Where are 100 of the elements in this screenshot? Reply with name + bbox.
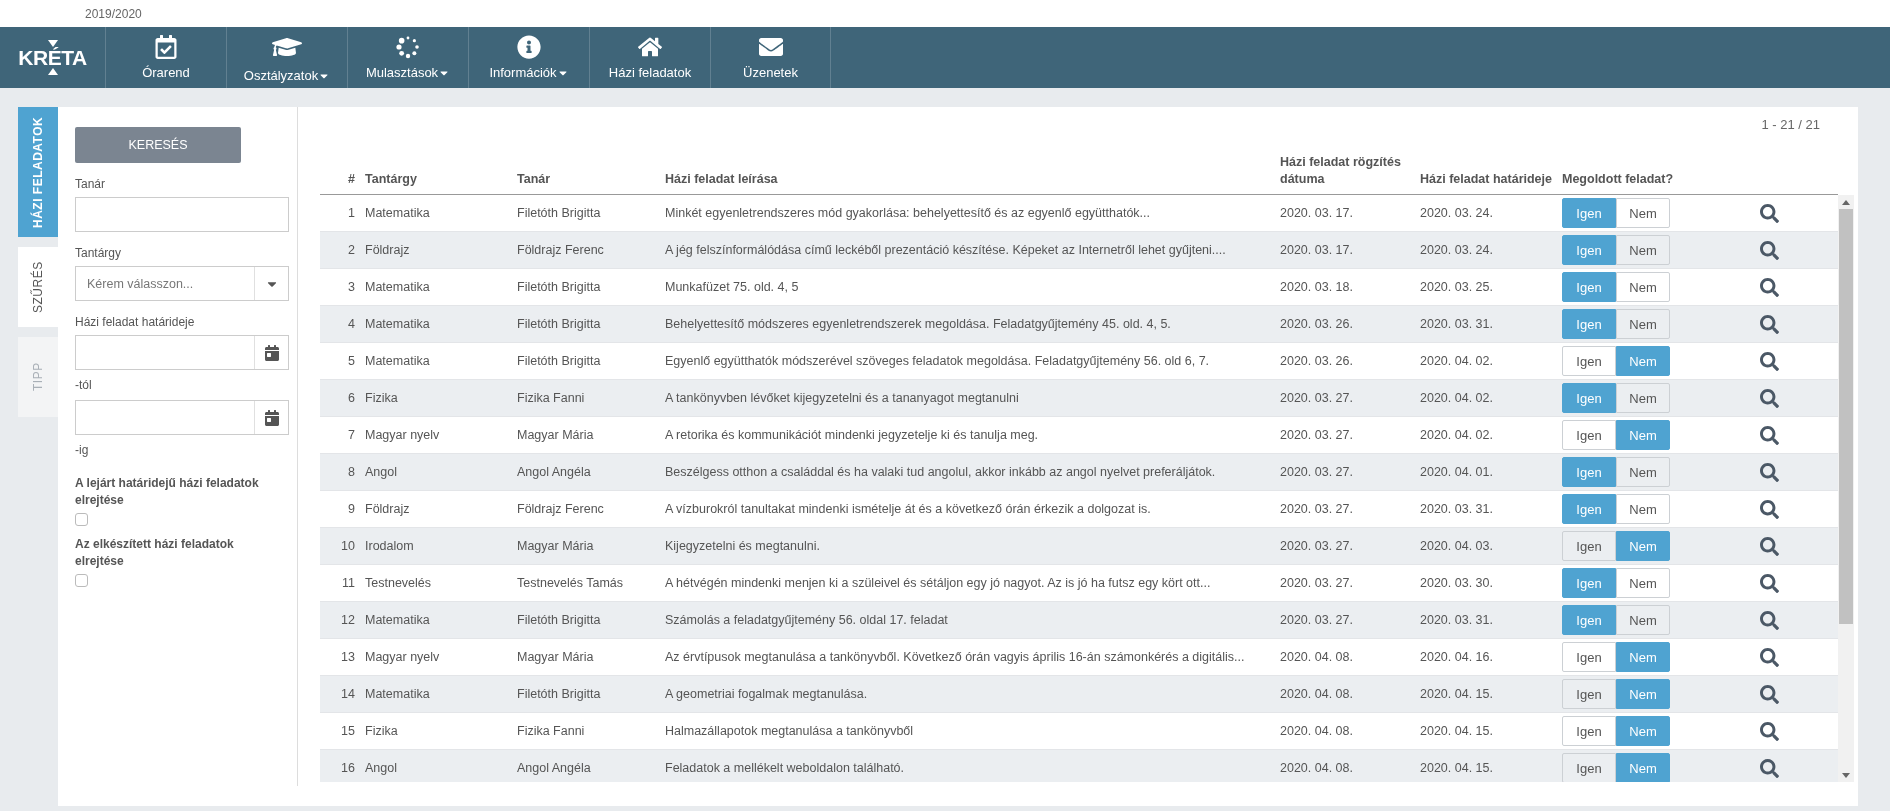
table-cell-text: Minkét egyenletrendszeres mód gyakorlása: behelyettesítő és az egyenlő együtthatók... [664, 204, 1151, 222]
toggle-option[interactable]: Igen [1562, 642, 1616, 672]
nav-item[interactable]: Információk [468, 27, 589, 88]
table-cell-text: 2020. 03. 24. [1419, 204, 1494, 222]
toggle-option[interactable]: Nem [1616, 235, 1670, 265]
row-number: 1 [347, 204, 356, 222]
table-cell-text: Filetóth Brigitta [516, 315, 602, 333]
table-cell-text: Magyar nyelv [364, 648, 441, 666]
search-icon[interactable] [1760, 684, 1779, 704]
toggle-option[interactable]: Igen [1562, 679, 1616, 709]
search-icon[interactable] [1760, 647, 1779, 667]
search-icon[interactable] [1760, 240, 1779, 260]
scroll-down-arrow-icon[interactable] [1842, 772, 1850, 778]
toggle-option[interactable]: Nem [1616, 605, 1670, 635]
date-field[interactable] [75, 400, 289, 435]
table-cell-text: A hétvégén mindenki menjen ki a szüleivel és sétáljon egy jó nagyot. Az is jó ha futsz egy kört ott... [664, 574, 1212, 592]
search-icon[interactable] [1760, 314, 1779, 334]
nav-item[interactable]: Üzenetek [710, 27, 831, 88]
table-cell-text: Filetóth Brigitta [516, 278, 602, 296]
table-cell-text: Fizika Fanni [516, 389, 586, 407]
dropdown[interactable]: Kérem válasszon... [75, 266, 289, 301]
nav-item[interactable]: Órarend [105, 27, 226, 88]
table-cell-text: 2020. 04. 01. [1419, 463, 1494, 481]
column-header: # [347, 171, 356, 188]
row-number: 12 [340, 611, 356, 629]
search-icon[interactable] [1760, 758, 1779, 778]
search-icon[interactable] [1760, 425, 1779, 445]
table-cell-text: Földrajz [364, 500, 411, 518]
side-tab[interactable]: SZŰRÉS [18, 247, 58, 327]
toggle-option[interactable]: Igen [1562, 716, 1616, 746]
search-icon[interactable] [1760, 721, 1779, 741]
checkbox[interactable] [75, 513, 88, 526]
toggle-option[interactable]: Igen [1562, 346, 1616, 376]
table-cell-text: Matematika [364, 352, 431, 370]
table-cell-text: 2020. 03. 26. [1279, 352, 1354, 370]
table-cell-text: 2020. 04. 08. [1279, 722, 1354, 740]
toggle-option[interactable]: Nem [1616, 494, 1670, 524]
triangle-icon [47, 68, 58, 75]
table-cell-text: 2020. 03. 17. [1279, 204, 1354, 222]
table-cell-text: 2020. 04. 02. [1419, 426, 1494, 444]
checkbox[interactable] [75, 574, 88, 587]
scroll-up-arrow-icon[interactable] [1842, 199, 1850, 205]
table-cell-text: Fizika [364, 389, 399, 407]
calendar-check-icon [154, 35, 178, 59]
row-number: 16 [340, 759, 356, 777]
search-icon[interactable] [1760, 203, 1779, 223]
row-number: 8 [347, 463, 356, 481]
search-icon[interactable] [1760, 610, 1779, 630]
calendar-icon[interactable] [263, 344, 280, 361]
pagination-info: 1 - 21 / 21 [1761, 117, 1820, 132]
table-cell-text: Magyar Mária [516, 537, 595, 555]
table-cell-text: Halmazállapotok megtanulása a tankönyvből [664, 722, 915, 740]
scrollbar[interactable] [1838, 195, 1854, 782]
toggle-option[interactable]: Nem [1616, 457, 1670, 487]
nav-item[interactable]: Osztályzatok [226, 27, 347, 88]
table-cell-text: Matematika [364, 611, 431, 629]
nav-item[interactable]: Házi feladatok [589, 27, 710, 88]
envelope-icon [758, 35, 783, 59]
table-cell-text: 2020. 04. 15. [1419, 722, 1494, 740]
table-cell-text: 2020. 04. 15. [1419, 685, 1494, 703]
table-cell-text: 2020. 03. 24. [1419, 241, 1494, 259]
date-field[interactable] [75, 335, 289, 370]
table-cell-text: Magyar nyelv [364, 426, 441, 444]
toggle-option[interactable]: Nem [1616, 198, 1670, 228]
column-header: Házi feladat rögzítés dátuma [1279, 154, 1402, 188]
toggle-option[interactable]: Igen [1562, 531, 1616, 561]
table-cell-text: Feladatok a mellékelt weboldalon található. [664, 759, 906, 777]
toggle-option[interactable]: Nem [1616, 383, 1670, 413]
home-icon [638, 35, 662, 59]
table-cell-text: 2020. 04. 08. [1279, 648, 1354, 666]
toggle-option[interactable]: Igen [1562, 420, 1616, 450]
search-icon[interactable] [1760, 536, 1779, 556]
search-icon[interactable] [1760, 388, 1779, 408]
nav-item[interactable]: Mulasztások [347, 27, 468, 88]
search-icon[interactable] [1760, 277, 1779, 297]
search-icon[interactable] [1760, 462, 1779, 482]
checkbox-label: Az elkészített házi feladatok elrejtése [75, 536, 235, 570]
calendar-icon[interactable] [263, 409, 280, 426]
toggle-option[interactable]: Nem [1616, 309, 1670, 339]
logo[interactable]: KRÉTA [18, 47, 87, 68]
field-label: -ig [75, 443, 90, 457]
row-number: 14 [340, 685, 356, 703]
checkbox-label: A lejárt határidejű házi feladatok elrejtése [75, 475, 260, 509]
table-cell-text: 2020. 03. 17. [1279, 241, 1354, 259]
toggle-option[interactable]: Nem [1616, 272, 1670, 302]
search-icon[interactable] [1760, 499, 1779, 519]
search-icon[interactable] [1760, 351, 1779, 371]
text-field[interactable] [75, 197, 289, 232]
table-cell-text: 2020. 03. 27. [1279, 463, 1354, 481]
column-header: Tantárgy [364, 171, 418, 188]
row-number: 2 [347, 241, 356, 259]
search-icon[interactable] [1760, 573, 1779, 593]
column-header: Tanár [516, 171, 552, 188]
search-button[interactable]: KERESÉS [75, 127, 241, 163]
table-cell-text: A geometriai fogalmak megtanulása. [664, 685, 869, 703]
table-cell-text: Irodalom [364, 537, 415, 555]
table-cell-text: 2020. 03. 27. [1279, 537, 1354, 555]
toggle-option[interactable]: Nem [1616, 568, 1670, 598]
row-number: 9 [347, 500, 356, 518]
table-cell-text: Földrajz Ferenc [516, 500, 605, 518]
